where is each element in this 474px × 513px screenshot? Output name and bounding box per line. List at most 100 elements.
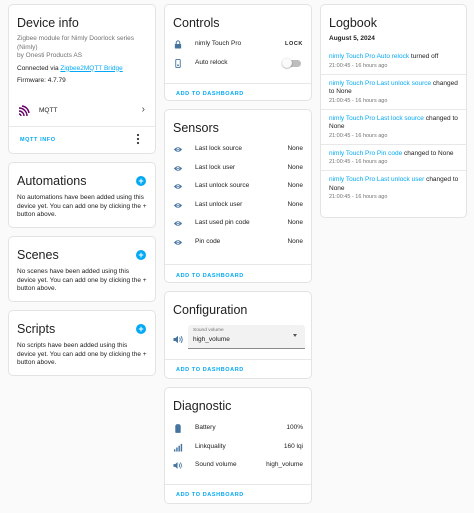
firmware-version: Firmware: 4.7.79 [17, 77, 66, 84]
volume-icon [173, 335, 183, 344]
sensor-value: None [287, 219, 303, 226]
scenes-title: Scenes [17, 248, 59, 262]
log-time: 21:00:45 - 16 hours ago [329, 159, 388, 165]
log-message: turned off [409, 53, 439, 60]
log-entry: nimly Touch Pro Last unlock user changed… [321, 170, 466, 205]
diagnostic-value: high_volume [266, 461, 303, 468]
sensor-label: Last lock user [195, 163, 236, 171]
scripts-title: Scripts [17, 322, 56, 336]
diagnostic-row-battery[interactable]: Battery 100% [165, 419, 311, 438]
sensor-row[interactable]: Last lock user None [165, 159, 311, 178]
diagnostic-label: Battery [195, 424, 216, 431]
dropdown-arrow-icon [293, 334, 297, 337]
signal-icon [173, 443, 183, 452]
log-message: changed to None [402, 149, 454, 157]
diagnostic-value: 160 lqi [283, 442, 303, 450]
log-entity-link[interactable]: nimly Touch Pro Last lock source [329, 115, 424, 122]
select-label: Sound volume [193, 328, 224, 333]
controls-add-to-dashboard-button[interactable]: ADD TO DASHBOARD [176, 91, 244, 97]
log-entry: nimly Touch Pro Last unlock source chang… [321, 73, 466, 109]
device-info-title: Device info [17, 16, 79, 30]
column-right: Logbook August 5, 2024 nimly Touch Pro A… [320, 4, 467, 226]
control-row-lock[interactable]: nimly Touch Pro LOCK [165, 35, 311, 54]
diagnostic-row-sound-volume[interactable]: Sound volume high_volume [165, 456, 311, 475]
column-middle: Controls nimly Touch Pro LOCK Auto reloc… [164, 4, 312, 512]
controls-card: Controls nimly Touch Pro LOCK Auto reloc… [164, 4, 312, 101]
log-entity-link[interactable]: nimly Touch Pro Last unlock user [329, 176, 424, 183]
log-entry: nimly Touch Pro Auto relock turned off 2… [321, 49, 466, 74]
diagnostic-add-to-dashboard-button[interactable]: ADD TO DASHBOARD [176, 492, 244, 498]
eye-icon [173, 239, 183, 245]
eye-icon [173, 184, 183, 189]
logbook-date: August 5, 2024 [329, 35, 375, 42]
sensor-row[interactable]: Pin code None [165, 233, 311, 252]
device-info-card: Device info Zigbee module for Nimly Door… [8, 4, 156, 154]
more-vert-icon[interactable] [136, 132, 140, 145]
log-entity-link[interactable]: nimly Touch Pro Pin code [329, 150, 402, 157]
sensor-value: None [287, 145, 303, 152]
configuration-add-to-dashboard-button[interactable]: ADD TO DASHBOARD [176, 367, 244, 373]
column-left: Device info Zigbee module for Nimly Door… [8, 4, 156, 384]
logbook-card: Logbook August 5, 2024 nimly Touch Pro A… [320, 4, 467, 218]
log-time: 21:00:45 - 16 hours ago [329, 132, 388, 139]
diagnostic-label: Sound volume [195, 461, 237, 468]
bridge-link[interactable]: Zigbee2MQTT Bridge [60, 65, 122, 72]
diagnostic-label: Linkquality [195, 442, 226, 450]
log-entity-link[interactable]: nimly Touch Pro Auto relock [329, 53, 409, 60]
diagnostic-row-linkquality[interactable]: Linkquality 160 lqi [165, 438, 311, 457]
sensor-row[interactable]: Last lock source None [165, 140, 311, 159]
scenes-empty-text: No scenes have been added using this dev… [17, 268, 147, 292]
sensors-title: Sensors [173, 121, 219, 135]
chevron-right-icon: › [141, 104, 145, 115]
sensors-card: Sensors Last lock source None Last lock … [164, 109, 312, 283]
log-entry: nimly Touch Pro Last lock source changed… [321, 108, 466, 144]
add-automation-button[interactable]: + [136, 176, 146, 186]
sensor-value: None [287, 163, 303, 171]
sensor-label: Last unlock source [195, 182, 250, 189]
eye-icon [173, 147, 183, 152]
control-label-auto-relock: Auto relock [195, 58, 228, 66]
diagnostic-card: Diagnostic Battery 100% Linkquality 160 … [164, 387, 312, 504]
integration-row[interactable]: MQTT › [9, 102, 155, 122]
mqtt-info-button[interactable]: MQTT INFO [20, 137, 56, 143]
connected-via: Connected via Zigbee2MQTT Bridge [17, 65, 147, 74]
eye-icon [173, 202, 183, 208]
sensor-row[interactable]: Last unlock user None [165, 196, 311, 215]
lock-button[interactable]: LOCK [285, 35, 303, 54]
configuration-title: Configuration [173, 303, 248, 317]
control-label-lock: nimly Touch Pro [195, 40, 242, 47]
device-model: Zigbee module for Nimly Doorlock series … [17, 35, 135, 51]
log-time: 21:00:45 - 16 hours ago [329, 62, 388, 69]
sound-volume-select[interactable]: Sound volume high_volume [188, 325, 305, 349]
toggle-knob [282, 58, 292, 68]
log-time: 21:00:45 - 16 hours ago [329, 97, 388, 104]
control-row-auto-relock: Auto relock [165, 54, 311, 73]
add-scene-button[interactable]: + [136, 250, 146, 260]
sensor-label: Last unlock user [195, 200, 243, 208]
add-script-button[interactable]: + [136, 324, 146, 334]
select-value: high_volume [193, 336, 230, 343]
sensor-label: Last used pin code [195, 219, 250, 226]
controls-title: Controls [173, 16, 220, 30]
diagnostic-title: Diagnostic [173, 399, 232, 413]
toggle-switch-icon [175, 58, 181, 68]
automations-card: Automations + No automations have been a… [8, 162, 156, 228]
sensor-label: Pin code [195, 237, 221, 245]
automations-title: Automations [17, 174, 87, 188]
auto-relock-toggle[interactable] [282, 58, 301, 68]
sensor-row[interactable]: Last used pin code None [165, 214, 311, 233]
sensors-add-to-dashboard-button[interactable]: ADD TO DASHBOARD [176, 273, 244, 279]
scenes-card: Scenes + No scenes have been added using… [8, 236, 156, 302]
eye-icon [173, 165, 183, 171]
mqtt-icon [18, 105, 30, 117]
lock-icon [174, 40, 182, 49]
configuration-card: Configuration Sound volume high_volume A… [164, 291, 312, 379]
eye-icon [173, 221, 183, 226]
scripts-card: Scripts + No scripts have been added usi… [8, 310, 156, 376]
log-time: 21:00:45 - 16 hours ago [329, 194, 388, 200]
automations-empty-text: No automations have been added using thi… [17, 194, 147, 218]
sensor-value: None [287, 200, 303, 208]
sensor-row[interactable]: Last unlock source None [165, 177, 311, 196]
sensor-value: None [287, 182, 303, 189]
log-entity-link[interactable]: nimly Touch Pro Last unlock source [329, 80, 431, 87]
